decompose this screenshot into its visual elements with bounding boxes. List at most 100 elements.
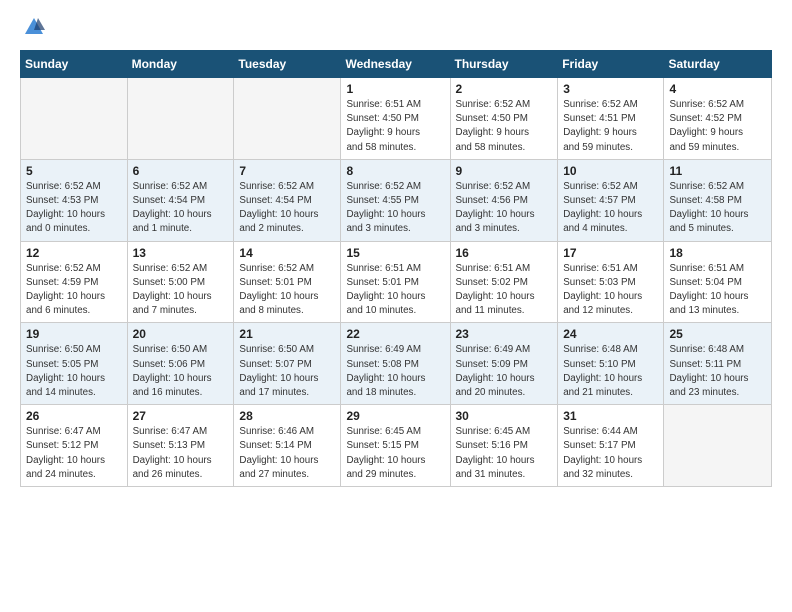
- day-info: Sunrise: 6:49 AM Sunset: 5:09 PM Dayligh…: [456, 343, 553, 400]
- day-number: 7: [239, 164, 335, 178]
- day-cell: 3Sunrise: 6:52 AM Sunset: 4:51 PM Daylig…: [558, 78, 664, 160]
- day-number: 18: [669, 246, 766, 260]
- day-info: Sunrise: 6:52 AM Sunset: 4:57 PM Dayligh…: [563, 180, 658, 237]
- day-number: 2: [456, 82, 553, 96]
- day-number: 10: [563, 164, 658, 178]
- day-info: Sunrise: 6:45 AM Sunset: 5:15 PM Dayligh…: [346, 425, 444, 482]
- day-number: 26: [26, 409, 122, 423]
- day-cell: 8 Sunrise: 6:52 AM Sunset: 4:55 PM Daylig…: [341, 159, 450, 241]
- day-cell: 4 Sunrise: 6:52 AM Sunset: 4:52 PM Daylig…: [664, 78, 772, 160]
- day-number: 16: [456, 246, 553, 260]
- day-info: Sunrise: 6:52 AM Sunset: 4:58 PM Dayligh…: [669, 180, 766, 237]
- day-cell: 24Sunrise: 6:48 AM Sunset: 5:10 PM Dayli…: [558, 323, 664, 405]
- weekday-saturday: Saturday: [664, 51, 772, 78]
- day-number: 24: [563, 327, 658, 341]
- week-row-5: 26 Sunrise: 6:47 AM Sunset: 5:12 PM Dayli…: [21, 405, 772, 487]
- day-number: 14: [239, 246, 335, 260]
- day-number: 1: [346, 82, 444, 96]
- day-cell: 17Sunrise: 6:51 AM Sunset: 5:03 PM Dayli…: [558, 241, 664, 323]
- day-cell: [664, 405, 772, 487]
- day-info: Sunrise: 6:52 AM Sunset: 4:59 PM Dayligh…: [26, 262, 122, 319]
- week-row-4: 19 Sunrise: 6:50 AM Sunset: 5:05 PM Dayli…: [21, 323, 772, 405]
- logo: [20, 16, 45, 38]
- weekday-thursday: Thursday: [450, 51, 558, 78]
- day-number: 15: [346, 246, 444, 260]
- header: [20, 16, 772, 38]
- weekday-monday: Monday: [127, 51, 234, 78]
- day-info: Sunrise: 6:52 AM Sunset: 4:56 PM Dayligh…: [456, 180, 553, 237]
- day-cell: 20 Sunrise: 6:50 AM Sunset: 5:06 PM Dayli…: [127, 323, 234, 405]
- day-number: 21: [239, 327, 335, 341]
- day-info: Sunrise: 6:52 AM Sunset: 4:54 PM Dayligh…: [133, 180, 229, 237]
- day-info: Sunrise: 6:52 AM Sunset: 4:54 PM Dayligh…: [239, 180, 335, 237]
- day-cell: 2 Sunrise: 6:52 AM Sunset: 4:50 PM Daylig…: [450, 78, 558, 160]
- day-cell: 27 Sunrise: 6:47 AM Sunset: 5:13 PM Dayli…: [127, 405, 234, 487]
- day-cell: 5 Sunrise: 6:52 AM Sunset: 4:53 PM Daylig…: [21, 159, 128, 241]
- day-cell: 26 Sunrise: 6:47 AM Sunset: 5:12 PM Dayli…: [21, 405, 128, 487]
- day-info: Sunrise: 6:47 AM Sunset: 5:12 PM Dayligh…: [26, 425, 122, 482]
- day-cell: 16Sunrise: 6:51 AM Sunset: 5:02 PM Dayli…: [450, 241, 558, 323]
- day-cell: 9 Sunrise: 6:52 AM Sunset: 4:56 PM Daylig…: [450, 159, 558, 241]
- page: SundayMondayTuesdayWednesdayThursdayFrid…: [0, 0, 792, 503]
- day-info: Sunrise: 6:52 AM Sunset: 5:00 PM Dayligh…: [133, 262, 229, 319]
- weekday-wednesday: Wednesday: [341, 51, 450, 78]
- day-cell: [127, 78, 234, 160]
- day-cell: 7 Sunrise: 6:52 AM Sunset: 4:54 PM Daylig…: [234, 159, 341, 241]
- day-number: 22: [346, 327, 444, 341]
- day-number: 11: [669, 164, 766, 178]
- day-cell: 14 Sunrise: 6:52 AM Sunset: 5:01 PM Dayli…: [234, 241, 341, 323]
- day-info: Sunrise: 6:48 AM Sunset: 5:11 PM Dayligh…: [669, 343, 766, 400]
- day-info: Sunrise: 6:51 AM Sunset: 5:01 PM Dayligh…: [346, 262, 444, 319]
- day-info: Sunrise: 6:51 AM Sunset: 5:03 PM Dayligh…: [563, 262, 658, 319]
- day-info: Sunrise: 6:47 AM Sunset: 5:13 PM Dayligh…: [133, 425, 229, 482]
- day-info: Sunrise: 6:52 AM Sunset: 4:53 PM Dayligh…: [26, 180, 122, 237]
- day-cell: 15 Sunrise: 6:51 AM Sunset: 5:01 PM Dayli…: [341, 241, 450, 323]
- day-cell: 6 Sunrise: 6:52 AM Sunset: 4:54 PM Daylig…: [127, 159, 234, 241]
- day-info: Sunrise: 6:46 AM Sunset: 5:14 PM Dayligh…: [239, 425, 335, 482]
- day-number: 25: [669, 327, 766, 341]
- day-cell: 22Sunrise: 6:49 AM Sunset: 5:08 PM Dayli…: [341, 323, 450, 405]
- calendar-table: SundayMondayTuesdayWednesdayThursdayFrid…: [20, 50, 772, 487]
- day-info: Sunrise: 6:50 AM Sunset: 5:06 PM Dayligh…: [133, 343, 229, 400]
- weekday-friday: Friday: [558, 51, 664, 78]
- day-number: 6: [133, 164, 229, 178]
- weekday-tuesday: Tuesday: [234, 51, 341, 78]
- day-number: 20: [133, 327, 229, 341]
- day-cell: [21, 78, 128, 160]
- week-row-1: 1Sunrise: 6:51 AM Sunset: 4:50 PM Daylig…: [21, 78, 772, 160]
- day-number: 31: [563, 409, 658, 423]
- day-cell: 18 Sunrise: 6:51 AM Sunset: 5:04 PM Dayli…: [664, 241, 772, 323]
- day-info: Sunrise: 6:51 AM Sunset: 5:04 PM Dayligh…: [669, 262, 766, 319]
- day-number: 30: [456, 409, 553, 423]
- weekday-header-row: SundayMondayTuesdayWednesdayThursdayFrid…: [21, 51, 772, 78]
- day-number: 12: [26, 246, 122, 260]
- day-cell: 10 Sunrise: 6:52 AM Sunset: 4:57 PM Dayli…: [558, 159, 664, 241]
- day-number: 23: [456, 327, 553, 341]
- day-info: Sunrise: 6:44 AM Sunset: 5:17 PM Dayligh…: [563, 425, 658, 482]
- day-cell: 1Sunrise: 6:51 AM Sunset: 4:50 PM Daylig…: [341, 78, 450, 160]
- day-number: 27: [133, 409, 229, 423]
- day-info: Sunrise: 6:52 AM Sunset: 4:50 PM Dayligh…: [456, 98, 553, 155]
- logo-icon: [23, 16, 45, 38]
- day-cell: 13 Sunrise: 6:52 AM Sunset: 5:00 PM Dayli…: [127, 241, 234, 323]
- day-cell: 25 Sunrise: 6:48 AM Sunset: 5:11 PM Dayli…: [664, 323, 772, 405]
- day-cell: 28Sunrise: 6:46 AM Sunset: 5:14 PM Dayli…: [234, 405, 341, 487]
- day-number: 29: [346, 409, 444, 423]
- day-number: 9: [456, 164, 553, 178]
- day-info: Sunrise: 6:52 AM Sunset: 4:52 PM Dayligh…: [669, 98, 766, 155]
- day-cell: 19 Sunrise: 6:50 AM Sunset: 5:05 PM Dayli…: [21, 323, 128, 405]
- weekday-sunday: Sunday: [21, 51, 128, 78]
- day-info: Sunrise: 6:50 AM Sunset: 5:07 PM Dayligh…: [239, 343, 335, 400]
- day-info: Sunrise: 6:52 AM Sunset: 5:01 PM Dayligh…: [239, 262, 335, 319]
- day-number: 5: [26, 164, 122, 178]
- day-info: Sunrise: 6:45 AM Sunset: 5:16 PM Dayligh…: [456, 425, 553, 482]
- day-number: 8: [346, 164, 444, 178]
- day-number: 4: [669, 82, 766, 96]
- day-number: 13: [133, 246, 229, 260]
- day-number: 3: [563, 82, 658, 96]
- day-number: 19: [26, 327, 122, 341]
- day-cell: 23 Sunrise: 6:49 AM Sunset: 5:09 PM Dayli…: [450, 323, 558, 405]
- day-info: Sunrise: 6:50 AM Sunset: 5:05 PM Dayligh…: [26, 343, 122, 400]
- day-cell: 31 Sunrise: 6:44 AM Sunset: 5:17 PM Dayli…: [558, 405, 664, 487]
- day-info: Sunrise: 6:52 AM Sunset: 4:55 PM Dayligh…: [346, 180, 444, 237]
